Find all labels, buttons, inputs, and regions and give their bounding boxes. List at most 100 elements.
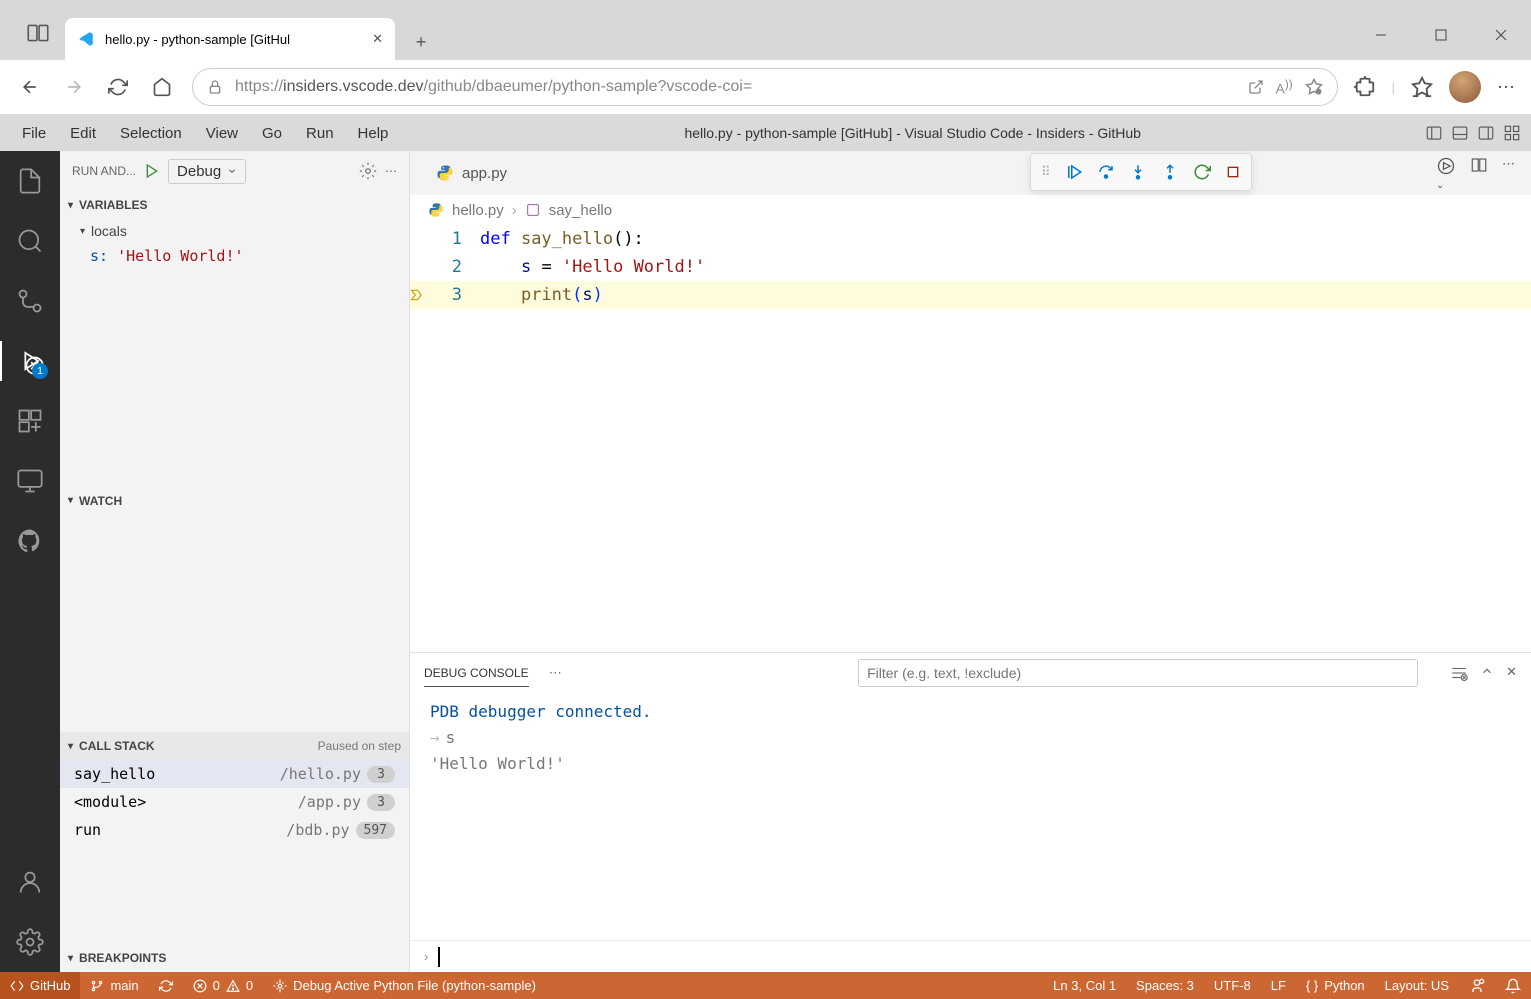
favorite-icon[interactable]: + bbox=[1305, 78, 1323, 96]
toggle-secondary-sidebar-icon[interactable] bbox=[1477, 124, 1495, 142]
debug-settings-icon[interactable] bbox=[359, 162, 377, 180]
branch-icon bbox=[90, 979, 104, 993]
remote-icon bbox=[10, 979, 24, 993]
drag-handle-icon[interactable]: ⠿ bbox=[1041, 164, 1051, 180]
extensions-icon[interactable] bbox=[1354, 76, 1376, 98]
browser-menu-icon[interactable]: ⋯ bbox=[1497, 77, 1515, 98]
output-arrow-icon: → bbox=[430, 728, 440, 747]
console-output[interactable]: PDB debugger connected. →s 'Hello World!… bbox=[410, 693, 1531, 940]
tab-close-icon[interactable]: ✕ bbox=[372, 31, 383, 47]
toggle-panel-icon[interactable] bbox=[1451, 124, 1469, 142]
menu-go[interactable]: Go bbox=[250, 121, 294, 146]
sidebar-more-icon[interactable]: ⋯ bbox=[385, 164, 397, 178]
svg-text:+: + bbox=[1317, 90, 1320, 96]
debug-status[interactable]: Debug Active Python File (python-sample) bbox=[263, 972, 546, 999]
editor-area: app.py ⠿ ⌄ ⋯ hello.py › say_hello bbox=[410, 151, 1531, 972]
vscode-menubar: File Edit Selection View Go Run Help hel… bbox=[0, 115, 1531, 151]
problems-indicator[interactable]: 0 0 bbox=[183, 972, 263, 999]
close-panel-icon[interactable]: ✕ bbox=[1506, 664, 1517, 682]
indentation-status[interactable]: Spaces: 3 bbox=[1126, 972, 1204, 999]
debug-config-select[interactable]: Debug bbox=[168, 159, 246, 184]
settings-icon[interactable] bbox=[10, 922, 50, 962]
explorer-icon[interactable] bbox=[10, 161, 50, 201]
forward-button[interactable] bbox=[60, 73, 88, 101]
new-tab-button[interactable]: + bbox=[403, 24, 439, 60]
console-input[interactable]: › bbox=[410, 940, 1531, 972]
continue-button[interactable] bbox=[1065, 163, 1083, 181]
stack-frame[interactable]: say_hello /hello.py 3 bbox=[60, 760, 409, 788]
step-into-button[interactable] bbox=[1129, 163, 1147, 181]
read-aloud-icon[interactable]: A)) bbox=[1276, 78, 1293, 97]
debug-sidebar: RUN AND... Debug ⋯ ▾ VARIABLES ▾ locals … bbox=[60, 151, 410, 972]
browser-toolbar: https://insiders.vscode.dev/github/dbaeu… bbox=[0, 60, 1531, 115]
callstack-section-header[interactable]: ▾ CALL STACK Paused on step bbox=[60, 732, 409, 760]
customize-layout-icon[interactable] bbox=[1503, 124, 1521, 142]
back-button[interactable] bbox=[16, 73, 44, 101]
source-control-icon[interactable] bbox=[10, 281, 50, 321]
vscode-icon bbox=[77, 30, 95, 48]
home-button[interactable] bbox=[148, 73, 176, 101]
window-maximize-button[interactable] bbox=[1411, 10, 1471, 60]
menu-view[interactable]: View bbox=[194, 121, 250, 146]
search-icon[interactable] bbox=[10, 221, 50, 261]
step-over-button[interactable] bbox=[1097, 163, 1115, 181]
address-bar[interactable]: https://insiders.vscode.dev/github/dbaeu… bbox=[192, 68, 1338, 106]
layout-status[interactable]: Layout: US bbox=[1375, 972, 1459, 999]
toggle-primary-sidebar-icon[interactable] bbox=[1425, 124, 1443, 142]
browser-tab[interactable]: hello.py - python-sample [GitHul ✕ bbox=[65, 18, 395, 60]
breakpoints-section-header[interactable]: ▾ BREAKPOINTS bbox=[60, 944, 409, 972]
run-debug-icon[interactable]: 1 bbox=[10, 341, 50, 381]
collections-icon[interactable] bbox=[1411, 76, 1433, 98]
github-icon[interactable] bbox=[10, 521, 50, 561]
branch-indicator[interactable]: main bbox=[80, 972, 148, 999]
profile-avatar[interactable] bbox=[1449, 71, 1481, 103]
variable-item[interactable]: s: 'Hello World!' bbox=[60, 243, 409, 269]
cursor-position[interactable]: Ln 3, Col 1 bbox=[1043, 972, 1126, 999]
notifications-icon[interactable] bbox=[1495, 972, 1531, 999]
console-filter-input[interactable] bbox=[858, 659, 1418, 687]
menu-file[interactable]: File bbox=[10, 121, 58, 146]
chevron-down-icon: ▾ bbox=[68, 741, 73, 752]
panel-tab-debug-console[interactable]: DEBUG CONSOLE bbox=[424, 660, 529, 687]
breadcrumb[interactable]: hello.py › say_hello bbox=[410, 195, 1531, 225]
debug-toolbar: ⠿ bbox=[1030, 153, 1252, 191]
stack-frame[interactable]: <module> /app.py 3 bbox=[60, 788, 409, 816]
browser-icon bbox=[10, 5, 65, 60]
chevron-down-icon: ▾ bbox=[68, 953, 73, 964]
run-debug-editor-icon[interactable]: ⌄ bbox=[1436, 156, 1456, 191]
remote-explorer-icon[interactable] bbox=[10, 461, 50, 501]
window-minimize-button[interactable] bbox=[1351, 10, 1411, 60]
external-icon[interactable] bbox=[1248, 79, 1264, 95]
editor-more-icon[interactable]: ⋯ bbox=[1502, 156, 1515, 191]
console-filter[interactable] bbox=[858, 659, 1418, 687]
menu-edit[interactable]: Edit bbox=[58, 121, 108, 146]
restart-button[interactable] bbox=[1193, 163, 1211, 181]
scope-locals[interactable]: ▾ locals bbox=[60, 219, 409, 243]
start-debug-button[interactable] bbox=[144, 163, 160, 179]
menu-selection[interactable]: Selection bbox=[108, 121, 194, 146]
collapse-panel-icon[interactable] bbox=[1480, 664, 1494, 682]
split-editor-icon[interactable] bbox=[1470, 156, 1488, 191]
language-status[interactable]: { } Python bbox=[1296, 972, 1375, 999]
extensions-activity-icon[interactable] bbox=[10, 401, 50, 441]
reload-button[interactable] bbox=[104, 73, 132, 101]
stack-frame[interactable]: run /bdb.py 597 bbox=[60, 816, 409, 844]
sync-button[interactable] bbox=[149, 972, 183, 999]
menu-run[interactable]: Run bbox=[294, 121, 346, 146]
code-editor[interactable]: 1 def say_hello(): 2 s = 'Hello World!' … bbox=[410, 225, 1531, 652]
clear-console-icon[interactable] bbox=[1450, 664, 1468, 682]
variables-section-header[interactable]: ▾ VARIABLES bbox=[60, 191, 409, 219]
python-icon bbox=[436, 164, 454, 182]
editor-tab-app[interactable]: app.py bbox=[422, 151, 521, 195]
step-out-button[interactable] bbox=[1161, 163, 1179, 181]
feedback-icon[interactable] bbox=[1459, 972, 1495, 999]
stop-button[interactable] bbox=[1225, 164, 1241, 180]
encoding-status[interactable]: UTF-8 bbox=[1204, 972, 1261, 999]
watch-section-header[interactable]: ▾ WATCH bbox=[60, 487, 409, 515]
window-close-button[interactable] bbox=[1471, 10, 1531, 60]
accounts-icon[interactable] bbox=[10, 862, 50, 902]
menu-help[interactable]: Help bbox=[346, 121, 401, 146]
remote-indicator[interactable]: GitHub bbox=[0, 972, 80, 999]
panel-more-icon[interactable]: ⋯ bbox=[549, 665, 562, 681]
eol-status[interactable]: LF bbox=[1261, 972, 1296, 999]
